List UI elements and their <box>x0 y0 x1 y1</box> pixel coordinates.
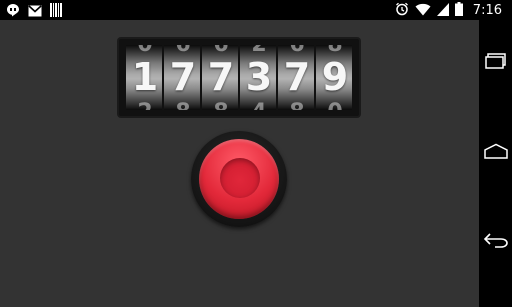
count-button-dish[interactable] <box>220 158 260 198</box>
back-button[interactable] <box>479 222 512 262</box>
digit: 7 <box>207 55 235 99</box>
home-icon <box>483 143 509 163</box>
back-icon <box>483 232 509 252</box>
digit-drum: 0 1 2 <box>125 45 163 110</box>
next-digit: 8 <box>202 100 238 110</box>
system-icons: 7:16 <box>395 0 502 20</box>
next-digit: 2 <box>126 100 162 110</box>
status-bar: 7:16 <box>0 0 512 20</box>
status-clock: 7:16 <box>472 2 502 18</box>
next-digit: 8 <box>278 100 314 110</box>
next-digit: 0 <box>316 100 352 110</box>
gmail-icon <box>28 2 42 21</box>
digit: 7 <box>283 55 311 99</box>
wifi-icon <box>415 1 431 20</box>
digit-drum: 2 3 4 <box>239 45 277 110</box>
navigation-bar <box>479 20 512 307</box>
digit-drum: 8 9 0 <box>315 45 353 110</box>
count-button[interactable] <box>191 131 287 227</box>
hangouts-icon <box>6 2 20 21</box>
signal-icon <box>436 1 449 20</box>
digit-drum: 6 7 8 <box>277 45 315 110</box>
digit-drum: 6 7 8 <box>163 45 201 110</box>
next-digit: 4 <box>240 100 276 110</box>
digit-drums: 0 1 2 6 7 8 6 7 8 2 3 4 6 7 8 8 9 0 <box>125 45 353 110</box>
digit-drum: 6 7 8 <box>201 45 239 110</box>
next-digit: 8 <box>164 100 200 110</box>
recents-icon <box>484 53 507 73</box>
digit: 3 <box>245 55 273 99</box>
digit: 1 <box>131 55 159 99</box>
notification-icons <box>6 2 62 21</box>
odometer-counter: 0 1 2 6 7 8 6 7 8 2 3 4 6 7 8 8 9 0 <box>119 39 359 116</box>
recents-button[interactable] <box>479 43 512 83</box>
count-button-cap[interactable] <box>199 139 279 219</box>
digit: 9 <box>321 55 349 99</box>
battery-icon <box>454 1 463 20</box>
barcode-icon <box>50 2 62 21</box>
home-button[interactable] <box>479 133 512 173</box>
digit: 7 <box>169 55 197 99</box>
alarm-icon <box>395 1 409 20</box>
